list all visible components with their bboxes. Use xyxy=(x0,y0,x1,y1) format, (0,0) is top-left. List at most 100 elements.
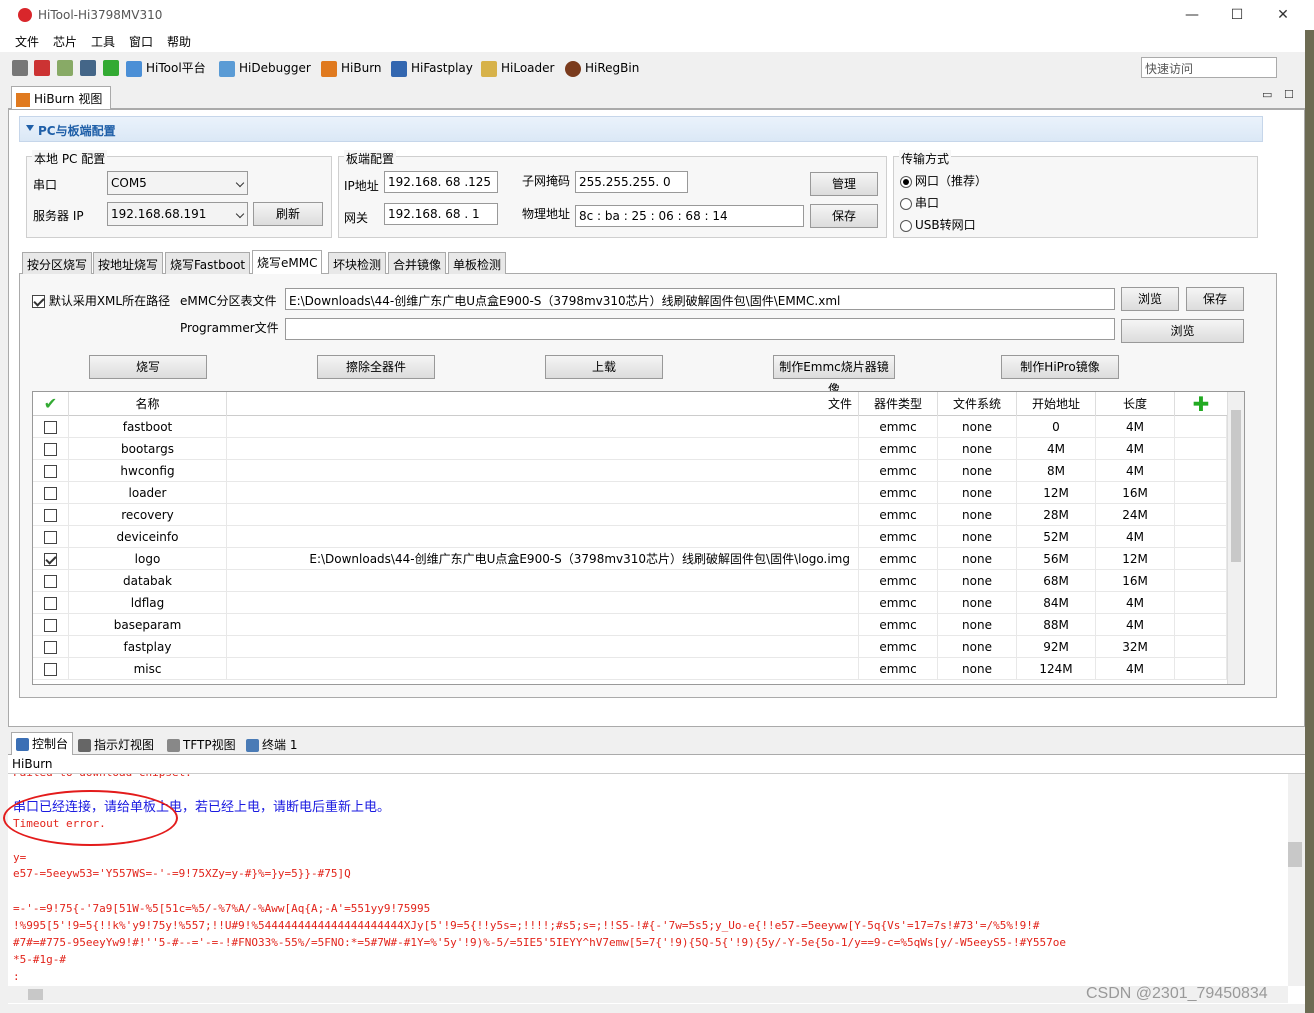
board-save-button[interactable]: 保存 xyxy=(810,204,878,228)
table-row[interactable]: loader emmc none 12M 16M xyxy=(33,482,1227,504)
row-select-cell[interactable] xyxy=(33,416,69,438)
tool-icon-4[interactable] xyxy=(80,60,96,76)
checkbox-icon[interactable] xyxy=(44,443,57,456)
ip-field[interactable]: 192.168. 68 .125 xyxy=(384,171,498,193)
table-row[interactable]: recovery emmc none 28M 24M xyxy=(33,504,1227,526)
hiburn-button[interactable]: HiBurn xyxy=(321,60,382,77)
row-select-cell[interactable] xyxy=(33,658,69,680)
tab-board-check[interactable]: 单板检测 xyxy=(448,252,507,274)
checkbox-icon[interactable] xyxy=(44,597,57,610)
hiloader-button[interactable]: HiLoader xyxy=(481,60,554,77)
gateway-field[interactable]: 192.168. 68 . 1 xyxy=(384,203,498,225)
programmer-browse-button[interactable]: 浏览 xyxy=(1121,319,1244,343)
transfer-serial-radio[interactable]: 串口 xyxy=(900,194,939,211)
quick-access-input[interactable]: 快速访问 xyxy=(1141,57,1277,78)
row-select-cell[interactable] xyxy=(33,504,69,526)
tool-icon-2[interactable] xyxy=(34,60,50,76)
minimize-button[interactable]: — xyxy=(1182,5,1202,25)
erase-all-button[interactable]: 擦除全器件 xyxy=(317,355,435,379)
table-row[interactable]: bootargs emmc none 4M 4M xyxy=(33,438,1227,460)
table-row[interactable]: hwconfig emmc none 8M 4M xyxy=(33,460,1227,482)
maximize-button[interactable]: ☐ xyxy=(1227,5,1247,25)
checkbox-icon[interactable] xyxy=(44,531,57,544)
table-row[interactable]: databak emmc none 68M 16M xyxy=(33,570,1227,592)
tab-by-address[interactable]: 按地址烧写 xyxy=(93,252,164,274)
close-button[interactable]: ✕ xyxy=(1273,5,1293,25)
table-row[interactable]: deviceinfo emmc none 52M 4M xyxy=(33,526,1227,548)
view-minimize-icon[interactable]: ▭ xyxy=(1262,88,1272,101)
checkbox-icon[interactable] xyxy=(44,663,57,676)
partition-save-button[interactable]: 保存 xyxy=(1186,287,1244,311)
tab-merge-image[interactable]: 合并镜像 xyxy=(388,252,447,274)
tab-bad-block[interactable]: 坏块检测 xyxy=(328,252,387,274)
tab-by-partition[interactable]: 按分区烧写 xyxy=(22,252,93,274)
checkbox-icon[interactable] xyxy=(44,421,57,434)
tab-tftp-view[interactable]: TFTP视图 xyxy=(163,734,240,754)
console-hscroll-thumb[interactable] xyxy=(28,989,43,1000)
row-select-cell[interactable] xyxy=(33,592,69,614)
mask-field[interactable]: 255.255.255. 0 xyxy=(575,171,688,193)
partition-file-field[interactable]: E:\Downloads\44-创维广东广电U点盒E900-S（3798mv31… xyxy=(285,288,1115,310)
tab-fastboot[interactable]: 烧写Fastboot xyxy=(165,252,251,274)
upload-button[interactable]: 上载 xyxy=(545,355,663,379)
tab-emmc[interactable]: 烧写eMMC xyxy=(252,250,323,275)
tool-icon-5[interactable] xyxy=(103,60,119,76)
checkbox-checked-icon[interactable] xyxy=(44,553,57,566)
menu-tools[interactable]: 工具 xyxy=(91,33,115,50)
checkbox-icon[interactable] xyxy=(44,619,57,632)
table-row[interactable]: fastboot emmc none 0 4M xyxy=(33,416,1227,438)
menu-chip[interactable]: 芯片 xyxy=(53,33,77,50)
console-vscroll[interactable] xyxy=(1288,774,1305,986)
make-emmc-image-button[interactable]: 制作Emmc烧片器镜像 xyxy=(773,355,895,396)
table-row[interactable]: fastplay emmc none 92M 32M xyxy=(33,636,1227,658)
partition-browse-button[interactable]: 浏览 xyxy=(1121,287,1179,311)
menu-help[interactable]: 帮助 xyxy=(167,33,191,50)
tab-terminal[interactable]: 终端 1 xyxy=(242,734,301,754)
row-select-cell[interactable] xyxy=(33,526,69,548)
checkbox-icon[interactable] xyxy=(44,465,57,478)
tab-console[interactable]: 控制台 xyxy=(11,732,74,755)
row-select-cell[interactable] xyxy=(33,548,69,570)
hitool-platform-button[interactable]: HiTool平台 xyxy=(126,60,206,77)
mac-field[interactable]: 8c : ba : 25 : 06 : 68 : 14 xyxy=(575,205,804,227)
serial-select[interactable]: COM5 xyxy=(107,171,248,195)
row-select-cell[interactable] xyxy=(33,570,69,592)
add-row-plus-icon[interactable]: ✚ xyxy=(1175,392,1227,416)
row-select-cell[interactable] xyxy=(33,460,69,482)
checkbox-icon[interactable] xyxy=(44,575,57,588)
table-scrollbar[interactable] xyxy=(1227,392,1244,684)
select-all-check-icon[interactable]: ✔ xyxy=(33,392,69,416)
row-select-cell[interactable] xyxy=(33,438,69,460)
hidebugger-button[interactable]: HiDebugger xyxy=(219,60,311,77)
pc-board-config-header[interactable]: PC与板端配置 xyxy=(19,116,1263,142)
programmer-file-field[interactable] xyxy=(285,318,1115,340)
use-xml-path-checkbox[interactable]: 默认采用XML所在路径 xyxy=(32,292,170,309)
refresh-button[interactable]: 刷新 xyxy=(253,202,323,226)
console-output[interactable]: Failed to download chipset.串口已经连接，请给单板上电… xyxy=(8,774,1305,1004)
hiburn-view-tab[interactable]: HiBurn 视图 xyxy=(11,86,111,109)
manage-button[interactable]: 管理 xyxy=(810,172,878,196)
transfer-network-radio[interactable]: 网口（推荐） xyxy=(900,172,987,189)
server-ip-select[interactable]: 192.168.68.191 xyxy=(107,202,248,226)
table-row[interactable]: ldflag emmc none 84M 4M xyxy=(33,592,1227,614)
table-row[interactable]: baseparam emmc none 88M 4M xyxy=(33,614,1227,636)
checkbox-icon[interactable] xyxy=(44,487,57,500)
tool-icon-1[interactable] xyxy=(12,60,28,76)
hifastplay-button[interactable]: HiFastplay xyxy=(391,60,473,77)
transfer-usb-radio[interactable]: USB转网口 xyxy=(900,216,976,233)
table-row[interactable]: logo E:\Downloads\44-创维广东广电U点盒E900-S（3798… xyxy=(33,548,1227,570)
tab-indicator-view[interactable]: 指示灯视图 xyxy=(74,734,158,754)
checkbox-icon[interactable] xyxy=(44,641,57,654)
console-vscroll-thumb[interactable] xyxy=(1288,842,1302,867)
menu-window[interactable]: 窗口 xyxy=(129,33,153,50)
tool-icon-3[interactable] xyxy=(57,60,73,76)
hiregbin-button[interactable]: HiRegBin xyxy=(565,60,639,77)
table-row[interactable]: misc emmc none 124M 4M xyxy=(33,658,1227,680)
checkbox-icon[interactable] xyxy=(44,509,57,522)
menu-file[interactable]: 文件 xyxy=(15,33,39,50)
scroll-thumb[interactable] xyxy=(1231,410,1241,562)
make-hipro-image-button[interactable]: 制作HiPro镜像 xyxy=(1001,355,1119,379)
view-maximize-icon[interactable]: ☐ xyxy=(1284,88,1294,101)
row-select-cell[interactable] xyxy=(33,614,69,636)
burn-button[interactable]: 烧写 xyxy=(89,355,207,379)
